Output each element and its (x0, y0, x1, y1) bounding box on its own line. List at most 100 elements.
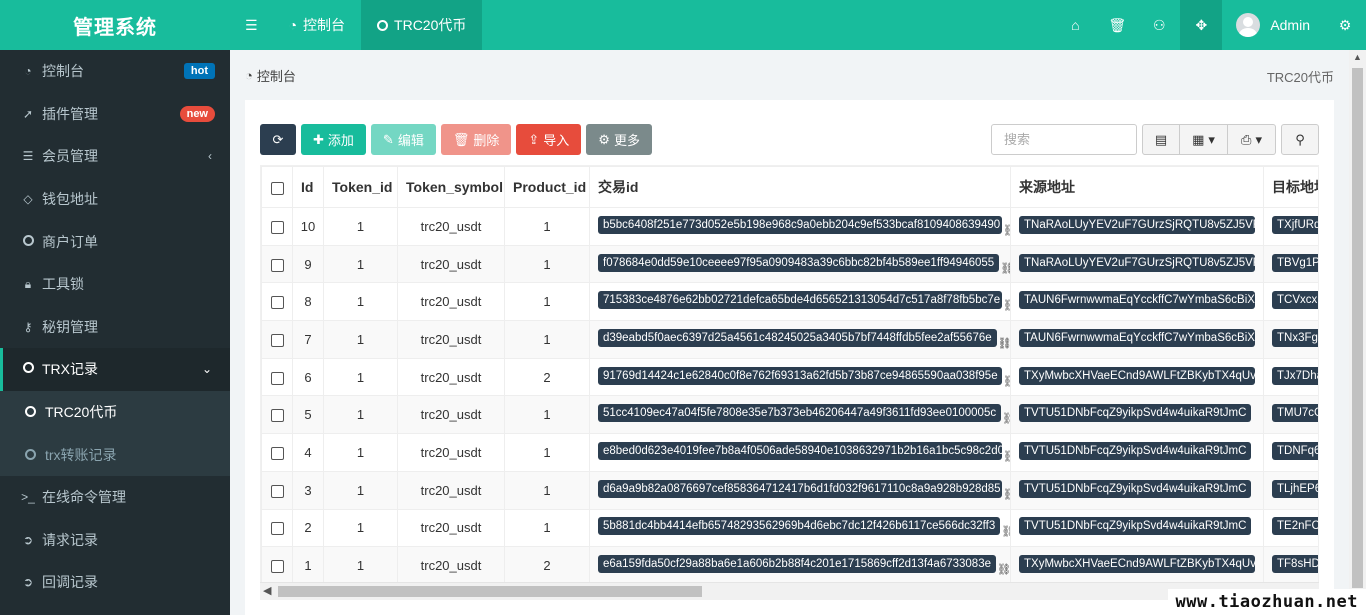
sidebar-item-plugins[interactable]: ➚ 插件管理 new (0, 93, 230, 136)
from-address-tag[interactable]: TVTU51DNbFcqZ9yikpSvd4w4uikaR9tJmC (1019, 517, 1252, 536)
sidebar-item-toollock[interactable]: 🔒︎ 工具锁 (0, 263, 230, 306)
vertical-scroll-thumb[interactable] (1352, 68, 1363, 588)
link-icon[interactable]: ⛓ (1001, 526, 1009, 538)
import-button[interactable]: ⇪ 导入 (516, 124, 582, 155)
link-icon[interactable]: ⛓ (1003, 489, 1010, 501)
from-address-tag[interactable]: TAUN6FwrnwwmaEqYcckffC7wYmbaS6cBiX (1019, 291, 1255, 310)
to-address-tag[interactable]: TDNFq6T (1272, 441, 1318, 460)
sidebar-item-trx[interactable]: TRX记录 ⌄ (0, 348, 230, 391)
table-row[interactable]: 6 1 trc20_usdt 2 91769d14424c1e62840c0f8e762… (261, 357, 1318, 397)
from-address-tag[interactable]: TNaRAoLUyYEV2uF7GUrzSjRQTU8v5ZJ5VR (1019, 253, 1255, 272)
columns-button[interactable]: ▦ ▾ (1180, 124, 1228, 155)
table-row[interactable]: 7 1 trc20_usdt 1 d39eabd5f0aec6397d25a4561c4… (261, 320, 1318, 359)
vertical-scrollbar[interactable]: ▲ (1349, 50, 1366, 615)
to-address-tag[interactable]: TCVxcxE (1272, 291, 1318, 310)
column-header-txid[interactable]: 交易id (589, 166, 1011, 208)
row-checkbox[interactable] (261, 282, 293, 322)
link-icon[interactable]: ⛓ (1003, 451, 1010, 463)
row-checkbox[interactable] (261, 207, 293, 246)
sidebar-item-callbacks[interactable]: ➲ 回调记录 (0, 561, 230, 604)
scroll-up-icon[interactable]: ▲ (1353, 52, 1362, 62)
user-menu[interactable]: Admin (1222, 0, 1324, 50)
row-checkbox[interactable] (261, 395, 293, 435)
from-address-tag[interactable]: TVTU51DNbFcqZ9yikpSvd4w4uikaR9tJmC (1019, 441, 1252, 460)
to-address-tag[interactable]: TE2nFCf (1272, 517, 1318, 536)
table-row[interactable]: 2 1 trc20_usdt 1 5b881dc4bb4414efb6574829356… (261, 508, 1318, 548)
fullscreen-button[interactable]: ✥ (1180, 0, 1223, 50)
table-row[interactable]: 4 1 trc20_usdt 1 e8bed0d623e4019fee7b8a4f050… (261, 433, 1318, 472)
column-header-to[interactable]: 目标地址 (1263, 166, 1318, 208)
from-address-tag[interactable]: TAUN6FwrnwwmaEqYcckffC7wYmbaS6cBiX (1019, 328, 1255, 347)
table-row[interactable]: 3 1 trc20_usdt 1 d6a9a9b82a0876697cef8583647… (261, 470, 1318, 510)
language-button[interactable]: ⚇ (1138, 0, 1180, 50)
table-row[interactable]: 9 1 trc20_usdt 1 f078684e0dd59e10ceeee97f95a… (261, 244, 1318, 284)
txid-tag[interactable]: 91769d14424c1e62840c0f8e762f69313a62fd5b… (598, 366, 1002, 385)
to-address-tag[interactable]: TBVg1Pv (1272, 253, 1318, 272)
column-header-product-id[interactable]: Product_id (504, 166, 590, 208)
row-checkbox[interactable] (261, 244, 293, 284)
sidebar-item-members[interactable]: ☰ 会员管理 ‹ (0, 135, 230, 178)
row-checkbox[interactable] (261, 320, 293, 359)
scroll-thumb[interactable] (278, 586, 702, 597)
sidebar-item-requests[interactable]: ➲ 请求记录 (0, 519, 230, 562)
column-header-from[interactable]: 来源地址 (1010, 166, 1264, 208)
column-header-token-id[interactable]: Token_id (323, 166, 398, 208)
txid-tag[interactable]: b5bc6408f251e773d052e5b198e968c9a0ebb204… (598, 215, 1002, 234)
tab-dashboard[interactable]: ◔ 控制台 (273, 0, 361, 50)
scroll-left-icon[interactable]: ◀ (263, 584, 271, 597)
txid-tag[interactable]: d39eabd5f0aec6397d25a4561c48245025a3405b… (598, 328, 997, 347)
table-row[interactable]: 10 1 trc20_usdt 1 b5bc6408f251e773d052e5b198… (261, 207, 1318, 246)
select-all-checkbox[interactable] (261, 166, 293, 208)
sidebar-subitem-trx-transfer[interactable]: trx转账记录 (0, 433, 230, 476)
from-address-tag[interactable]: TXyMwbcXHVaeECnd9AWLFtZBKybTX4qUv1 (1019, 366, 1255, 385)
column-header-id[interactable]: Id (292, 166, 324, 208)
search-button[interactable]: ⚲ (1281, 124, 1319, 155)
menu-toggle-button[interactable]: ☰ (230, 0, 273, 50)
txid-tag[interactable]: f078684e0dd59e10ceeee97f95a0909483a39c6b… (598, 253, 1000, 272)
txid-tag[interactable]: 5b881dc4bb4414efb65748293562969b4d6ebc7d… (598, 517, 1001, 536)
table-row[interactable]: 1 1 trc20_usdt 2 e6a159fda50cf29a88ba6e1a606… (261, 546, 1318, 582)
row-checkbox[interactable] (261, 508, 293, 548)
table-row[interactable]: 5 1 trc20_usdt 1 51cc4109ec47a04f5fe7808e35e… (261, 395, 1318, 435)
row-checkbox[interactable] (261, 470, 293, 510)
add-button[interactable]: ✚ 添加 (301, 124, 366, 155)
to-address-tag[interactable]: TMU7cG (1272, 404, 1318, 423)
link-icon[interactable]: ⛓ (1002, 413, 1009, 425)
sidebar-item-orders[interactable]: 商户订单 (0, 220, 230, 263)
txid-tag[interactable]: 51cc4109ec47a04f5fe7808e35e7b373eb462064… (598, 404, 1002, 423)
from-address-tag[interactable]: TXyMwbcXHVaeECnd9AWLFtZBKybTX4qUv1 (1019, 555, 1255, 574)
column-header-token-symbol[interactable]: Token_symbol (397, 166, 505, 208)
txid-tag[interactable]: e8bed0d623e4019fee7b8a4f0506ade58940e103… (598, 441, 1002, 460)
from-address-tag[interactable]: TVTU51DNbFcqZ9yikpSvd4w4uikaR9tJmC (1019, 479, 1252, 498)
link-icon[interactable]: ⛓ (997, 564, 1010, 576)
horizontal-scrollbar[interactable]: ◀ (260, 582, 1319, 600)
link-icon[interactable]: ⛓ (1003, 225, 1010, 237)
sidebar-subitem-trc20[interactable]: TRC20代币 (0, 390, 230, 434)
row-checkbox[interactable] (261, 433, 293, 472)
row-checkbox[interactable] (261, 357, 293, 397)
edit-button[interactable]: ✎ 编辑 (370, 124, 436, 155)
txid-tag[interactable]: d6a9a9b82a0876697cef858364712417b6d1fd03… (598, 479, 1002, 498)
link-icon[interactable]: ⛓ (1000, 263, 1009, 275)
from-address-tag[interactable]: TNaRAoLUyYEV2uF7GUrzSjRQTU8v5ZJ5VR (1019, 215, 1255, 234)
sidebar-item-wallet[interactable]: ◇ 钱包地址 (0, 178, 230, 221)
to-address-tag[interactable]: TNx3FgD (1272, 328, 1318, 347)
txid-tag[interactable]: 715383ce4876e62bb02721defca65bde4d656521… (598, 291, 1002, 310)
tab-trc20[interactable]: TRC20代币 (361, 0, 483, 50)
link-icon[interactable]: ⛓ (1003, 376, 1010, 388)
more-button[interactable]: ⚙ 更多 (586, 124, 652, 155)
search-input[interactable] (991, 124, 1137, 155)
delete-button[interactable]: 🗑 删除 (440, 124, 512, 155)
clear-cache-button[interactable]: 🗑 (1096, 0, 1138, 50)
toggle-view-button[interactable]: ▤ (1142, 124, 1180, 155)
to-address-tag[interactable]: TF8sHDf (1272, 555, 1318, 574)
row-checkbox[interactable] (261, 546, 293, 582)
link-icon[interactable]: ⛓ (998, 338, 1010, 350)
to-address-tag[interactable]: TLjhEP6r (1272, 479, 1318, 498)
app-logo[interactable]: 管理系统 (0, 0, 230, 50)
export-button[interactable]: ⎙ ▾ (1228, 124, 1276, 155)
from-address-tag[interactable]: TVTU51DNbFcqZ9yikpSvd4w4uikaR9tJmC (1019, 404, 1252, 423)
sidebar-item-dashboard[interactable]: ◔ 控制台 hot (0, 50, 230, 93)
refresh-button[interactable]: ⟳ (260, 124, 296, 155)
sidebar-item-commands[interactable]: >_ 在线命令管理 (0, 476, 230, 519)
